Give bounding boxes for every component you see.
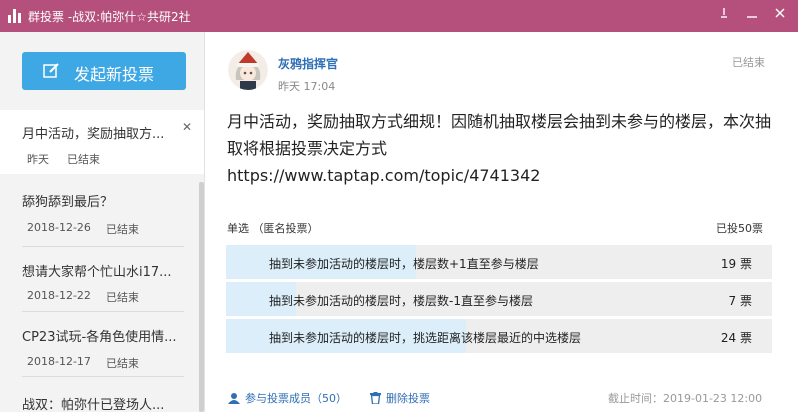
poll-item-date: 2018-12-17 <box>27 355 91 368</box>
poll-list-item[interactable]: CP23试玩-各角色使用情... 2018-12-17 已结束 <box>0 312 204 377</box>
delete-poll-label: 删除投票 <box>386 392 430 405</box>
poll-option: 抽到未参加活动的楼层时，挑选距离该楼层最近的中选楼层 24 票 <box>226 319 772 353</box>
poll-option: 抽到未参加活动的楼层时，楼层数+1直至参与楼层 19 票 <box>226 245 772 279</box>
poll-total-label: 已投50票 <box>716 222 763 235</box>
poll-item-status: 已结束 <box>106 357 139 370</box>
poll-option-label: 抽到未参加活动的楼层时，楼层数-1直至参与楼层 <box>269 294 533 308</box>
minimize-icon[interactable] <box>712 4 736 28</box>
poll-list-item[interactable]: 战双：帕弥什已登场人... <box>0 377 204 412</box>
poll-bar-icon <box>8 9 22 23</box>
delete-poll-link[interactable]: 删除投票 <box>370 390 430 406</box>
participants-link[interactable]: 参与投票成员（50） <box>228 390 347 406</box>
poll-option-label: 抽到未参加活动的楼层时，楼层数+1直至参与楼层 <box>269 257 539 271</box>
poll-item-title: 想请大家帮个忙山水i17... <box>22 265 172 280</box>
new-poll-label: 发起新投票 <box>74 65 155 84</box>
user-icon <box>228 393 240 404</box>
restore-icon[interactable] <box>740 4 764 28</box>
participants-label: 参与投票成员（50） <box>245 392 347 405</box>
sidebar-scrollbar[interactable] <box>199 182 204 412</box>
poll-deadline: 截止时间：2019-01-23 12:00 <box>608 392 763 405</box>
post-url[interactable]: https://www.taptap.com/topic/4741342 <box>227 162 773 189</box>
poll-list-item[interactable]: 想请大家帮个忙山水i17... 2018-12-22 已结束 <box>0 247 204 312</box>
post-text: 月中活动，奖励抽取方式细规！因随机抽取楼层会抽到未参与的楼层，本次抽取将根据投票… <box>227 112 772 158</box>
close-icon[interactable]: ✕ <box>182 120 192 134</box>
poll-option: 抽到未参加活动的楼层时，楼层数-1直至参与楼层 7 票 <box>226 282 772 316</box>
poll-item-date: 昨天 <box>27 153 49 166</box>
poll-item-title: 舔狗舔到最后？ <box>22 195 114 210</box>
poll-detail-panel: 灰鸦指挥官 昨天 17:04 已结束 月中活动，奖励抽取方式细规！因随机抽取楼层… <box>206 32 798 412</box>
avatar[interactable] <box>228 50 268 90</box>
post-time: 昨天 17:04 <box>278 80 336 93</box>
title-bar: 群投票 -战双:帕弥什☆共研2社 <box>0 0 798 32</box>
window-title: 群投票 -战双:帕弥什☆共研2社 <box>28 10 191 24</box>
poll-item-title: 战双：帕弥什已登场人... <box>22 398 165 412</box>
poll-item-title: 月中活动，奖励抽取方... <box>22 127 165 142</box>
poll-list-sidebar: 发起新投票 月中活动，奖励抽取方... ✕ 昨天 已结束 舔狗舔到最后？ 201… <box>0 32 205 412</box>
author-name[interactable]: 灰鸦指挥官 <box>278 55 338 72</box>
poll-item-status: 已结束 <box>106 223 139 236</box>
poll-item-title: CP23试玩-各角色使用情... <box>22 330 177 345</box>
new-poll-button[interactable]: 发起新投票 <box>22 52 186 90</box>
poll-option-label: 抽到未参加活动的楼层时，挑选距离该楼层最近的中选楼层 <box>269 331 582 345</box>
close-icon[interactable] <box>768 4 792 28</box>
poll-list-item[interactable]: 月中活动，奖励抽取方... ✕ 昨天 已结束 <box>0 110 204 174</box>
edit-icon <box>43 63 59 78</box>
poll-item-status: 已结束 <box>67 153 100 166</box>
poll-item-date: 2018-12-22 <box>27 289 91 302</box>
poll-item-date: 2018-12-26 <box>27 221 91 234</box>
poll-option-votes: 7 票 <box>728 294 752 308</box>
poll-list-item[interactable]: 舔狗舔到最后？ 2018-12-26 已结束 <box>0 182 204 247</box>
post-content: 月中活动，奖励抽取方式细规！因随机抽取楼层会抽到未参与的楼层，本次抽取将根据投票… <box>227 108 773 189</box>
poll-option-votes: 24 票 <box>720 331 752 345</box>
trash-icon <box>370 392 381 405</box>
poll-type-label: 单选 （匿名投票） <box>227 222 319 235</box>
poll-option-votes: 19 票 <box>720 257 752 271</box>
post-status: 已结束 <box>732 56 765 69</box>
poll-item-status: 已结束 <box>106 291 139 304</box>
